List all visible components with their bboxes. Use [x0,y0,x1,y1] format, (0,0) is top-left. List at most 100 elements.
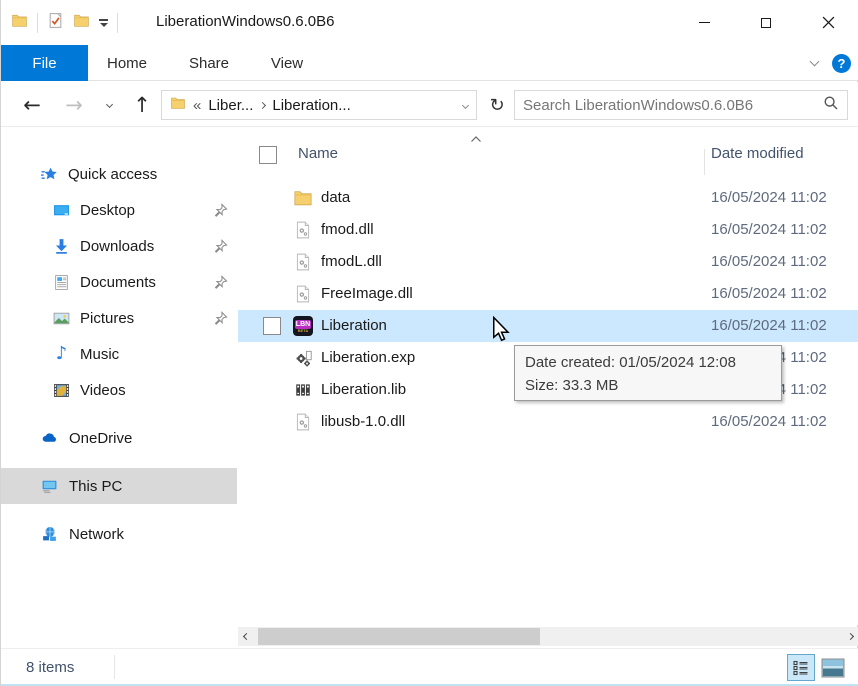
up-button[interactable]: ↑ [127,82,157,127]
address-folder-icon [170,95,186,115]
file-info-tooltip: Date created: 01/05/2024 12:08 Size: 33.… [514,345,782,401]
search-input[interactable] [523,97,823,114]
network-globe-icon [41,526,58,543]
sidebar-item-pictures[interactable]: Pictures [1,300,237,336]
address-bar[interactable]: « Liber... Liberation... [161,90,477,120]
search-icon[interactable] [823,95,839,116]
file-date-modified: 16/05/2024 11:02 [711,189,827,206]
tab-home[interactable]: Home [89,45,165,81]
divider [114,655,115,679]
file-date-modified: 16/05/2024 11:02 [711,413,827,430]
refresh-button[interactable]: ↻ [483,90,511,120]
sidebar-item-downloads[interactable]: Downloads [1,228,237,264]
navigation-bar: ← → ↑ « Liber... Liberation... ↻ [1,82,858,127]
scrollbar-thumb[interactable] [258,628,540,645]
file-date-modified: 16/05/2024 11:02 [711,285,827,302]
scroll-left-icon[interactable] [238,627,255,646]
file-name: fmodL.dll [321,253,382,270]
music-note-icon: ♪ [53,346,70,363]
breadcrumb-segment-current[interactable]: Liberation... [272,97,350,114]
status-bar: 8 items [1,648,858,684]
folder-icon [293,188,313,208]
horizontal-scrollbar[interactable] [238,627,858,646]
dll-file-icon [293,220,313,240]
breadcrumb-overflow[interactable]: « [193,97,201,114]
column-divider[interactable] [704,149,705,175]
tooltip-size: Size: 33.3 MB [525,374,771,397]
breadcrumb-separator-icon[interactable] [259,101,266,108]
file-date-modified: 16/05/2024 11:02 [711,317,827,334]
dll-file-icon [293,252,313,272]
address-dropdown-chevron-icon[interactable] [462,101,469,108]
customize-toolbar-dropdown-icon[interactable] [99,19,108,27]
back-button[interactable]: ← [17,82,47,127]
minimize-button[interactable] [673,0,735,45]
pin-icon [213,311,228,326]
sidebar-item-label: OneDrive [69,430,132,447]
breadcrumb-segment-parent[interactable]: Liber... [208,97,253,114]
dll-file-icon [293,284,313,304]
sidebar-item-documents[interactable]: Documents [1,264,237,300]
new-folder-icon[interactable] [73,12,90,34]
lib-file-icon [293,380,313,400]
file-row-fmod-dll[interactable]: fmod.dll 16/05/2024 11:02 [238,214,858,246]
ribbon-tab-bar: File Home Share View ? [1,45,858,81]
sidebar-item-label: Quick access [68,166,157,183]
file-date-modified: 16/05/2024 11:02 [711,253,827,270]
file-row-libusb-dll[interactable]: libusb-1.0.dll 16/05/2024 11:02 [238,406,858,438]
sidebar-item-label: Documents [80,274,156,291]
tab-share[interactable]: Share [167,45,251,81]
thumbnail-view-icon [821,658,845,678]
file-row-liberation-selected[interactable]: LBN BETA Liberation 16/05/2024 11:02 [238,310,858,342]
sidebar-item-videos[interactable]: Videos [1,372,237,408]
properties-check-icon[interactable] [47,12,64,34]
navigation-pane: Quick access Desktop Downloads Doc [1,127,237,625]
sidebar-item-desktop[interactable]: Desktop [1,192,237,228]
liberation-app-icon: LBN BETA [293,316,313,336]
scroll-right-icon[interactable] [842,627,858,646]
column-header-name[interactable]: Name [298,145,338,162]
file-row-freeimage-dll[interactable]: FreeImage.dll 16/05/2024 11:02 [238,278,858,310]
document-page-icon [53,274,70,291]
sidebar-item-onedrive[interactable]: OneDrive [1,420,237,456]
sidebar-item-music[interactable]: ♪ Music [1,336,237,372]
forward-button[interactable]: → [59,82,89,127]
dll-file-icon [293,412,313,432]
pin-icon [213,203,228,218]
file-name: Liberation [321,317,387,334]
this-pc-monitor-icon [41,478,58,495]
thumbnail-view-button[interactable] [819,656,846,680]
explorer-folder-icon [11,12,28,34]
tab-file[interactable]: File [1,45,88,81]
sidebar-item-this-pc[interactable]: This PC [1,468,237,504]
search-box[interactable] [514,90,848,120]
sidebar-item-quick-access[interactable]: Quick access [1,156,237,192]
window-controls [673,0,858,45]
exp-file-icon [293,348,313,368]
file-name: FreeImage.dll [321,285,413,302]
maximize-button[interactable] [735,0,797,45]
file-row-data[interactable]: data 16/05/2024 11:02 [238,182,858,214]
sidebar-item-label: This PC [69,478,122,495]
column-header-date-modified[interactable]: Date modified [711,145,804,162]
close-button[interactable] [797,0,858,45]
file-row-fmodl-dll[interactable]: fmodL.dll 16/05/2024 11:02 [238,246,858,278]
select-all-checkbox[interactable] [259,146,277,164]
tooltip-date-created: Date created: 01/05/2024 12:08 [525,351,771,374]
file-name: libusb-1.0.dll [321,413,405,430]
pin-icon [213,239,228,254]
expand-ribbon-chevron-icon[interactable] [810,57,820,67]
sidebar-item-label: Pictures [80,310,134,327]
sidebar-item-network[interactable]: Network [1,516,237,552]
quick-access-star-icon [41,166,58,183]
recent-locations-chevron-icon[interactable] [97,82,121,127]
sidebar-item-label: Network [69,526,124,543]
help-icon[interactable]: ? [832,54,851,73]
file-name: data [321,189,350,206]
row-checkbox[interactable] [263,317,281,335]
onedrive-cloud-icon [41,430,58,447]
minimize-icon [699,22,710,23]
tab-view[interactable]: View [253,45,321,81]
details-view-button[interactable] [787,654,815,681]
details-view-icon [792,659,810,677]
